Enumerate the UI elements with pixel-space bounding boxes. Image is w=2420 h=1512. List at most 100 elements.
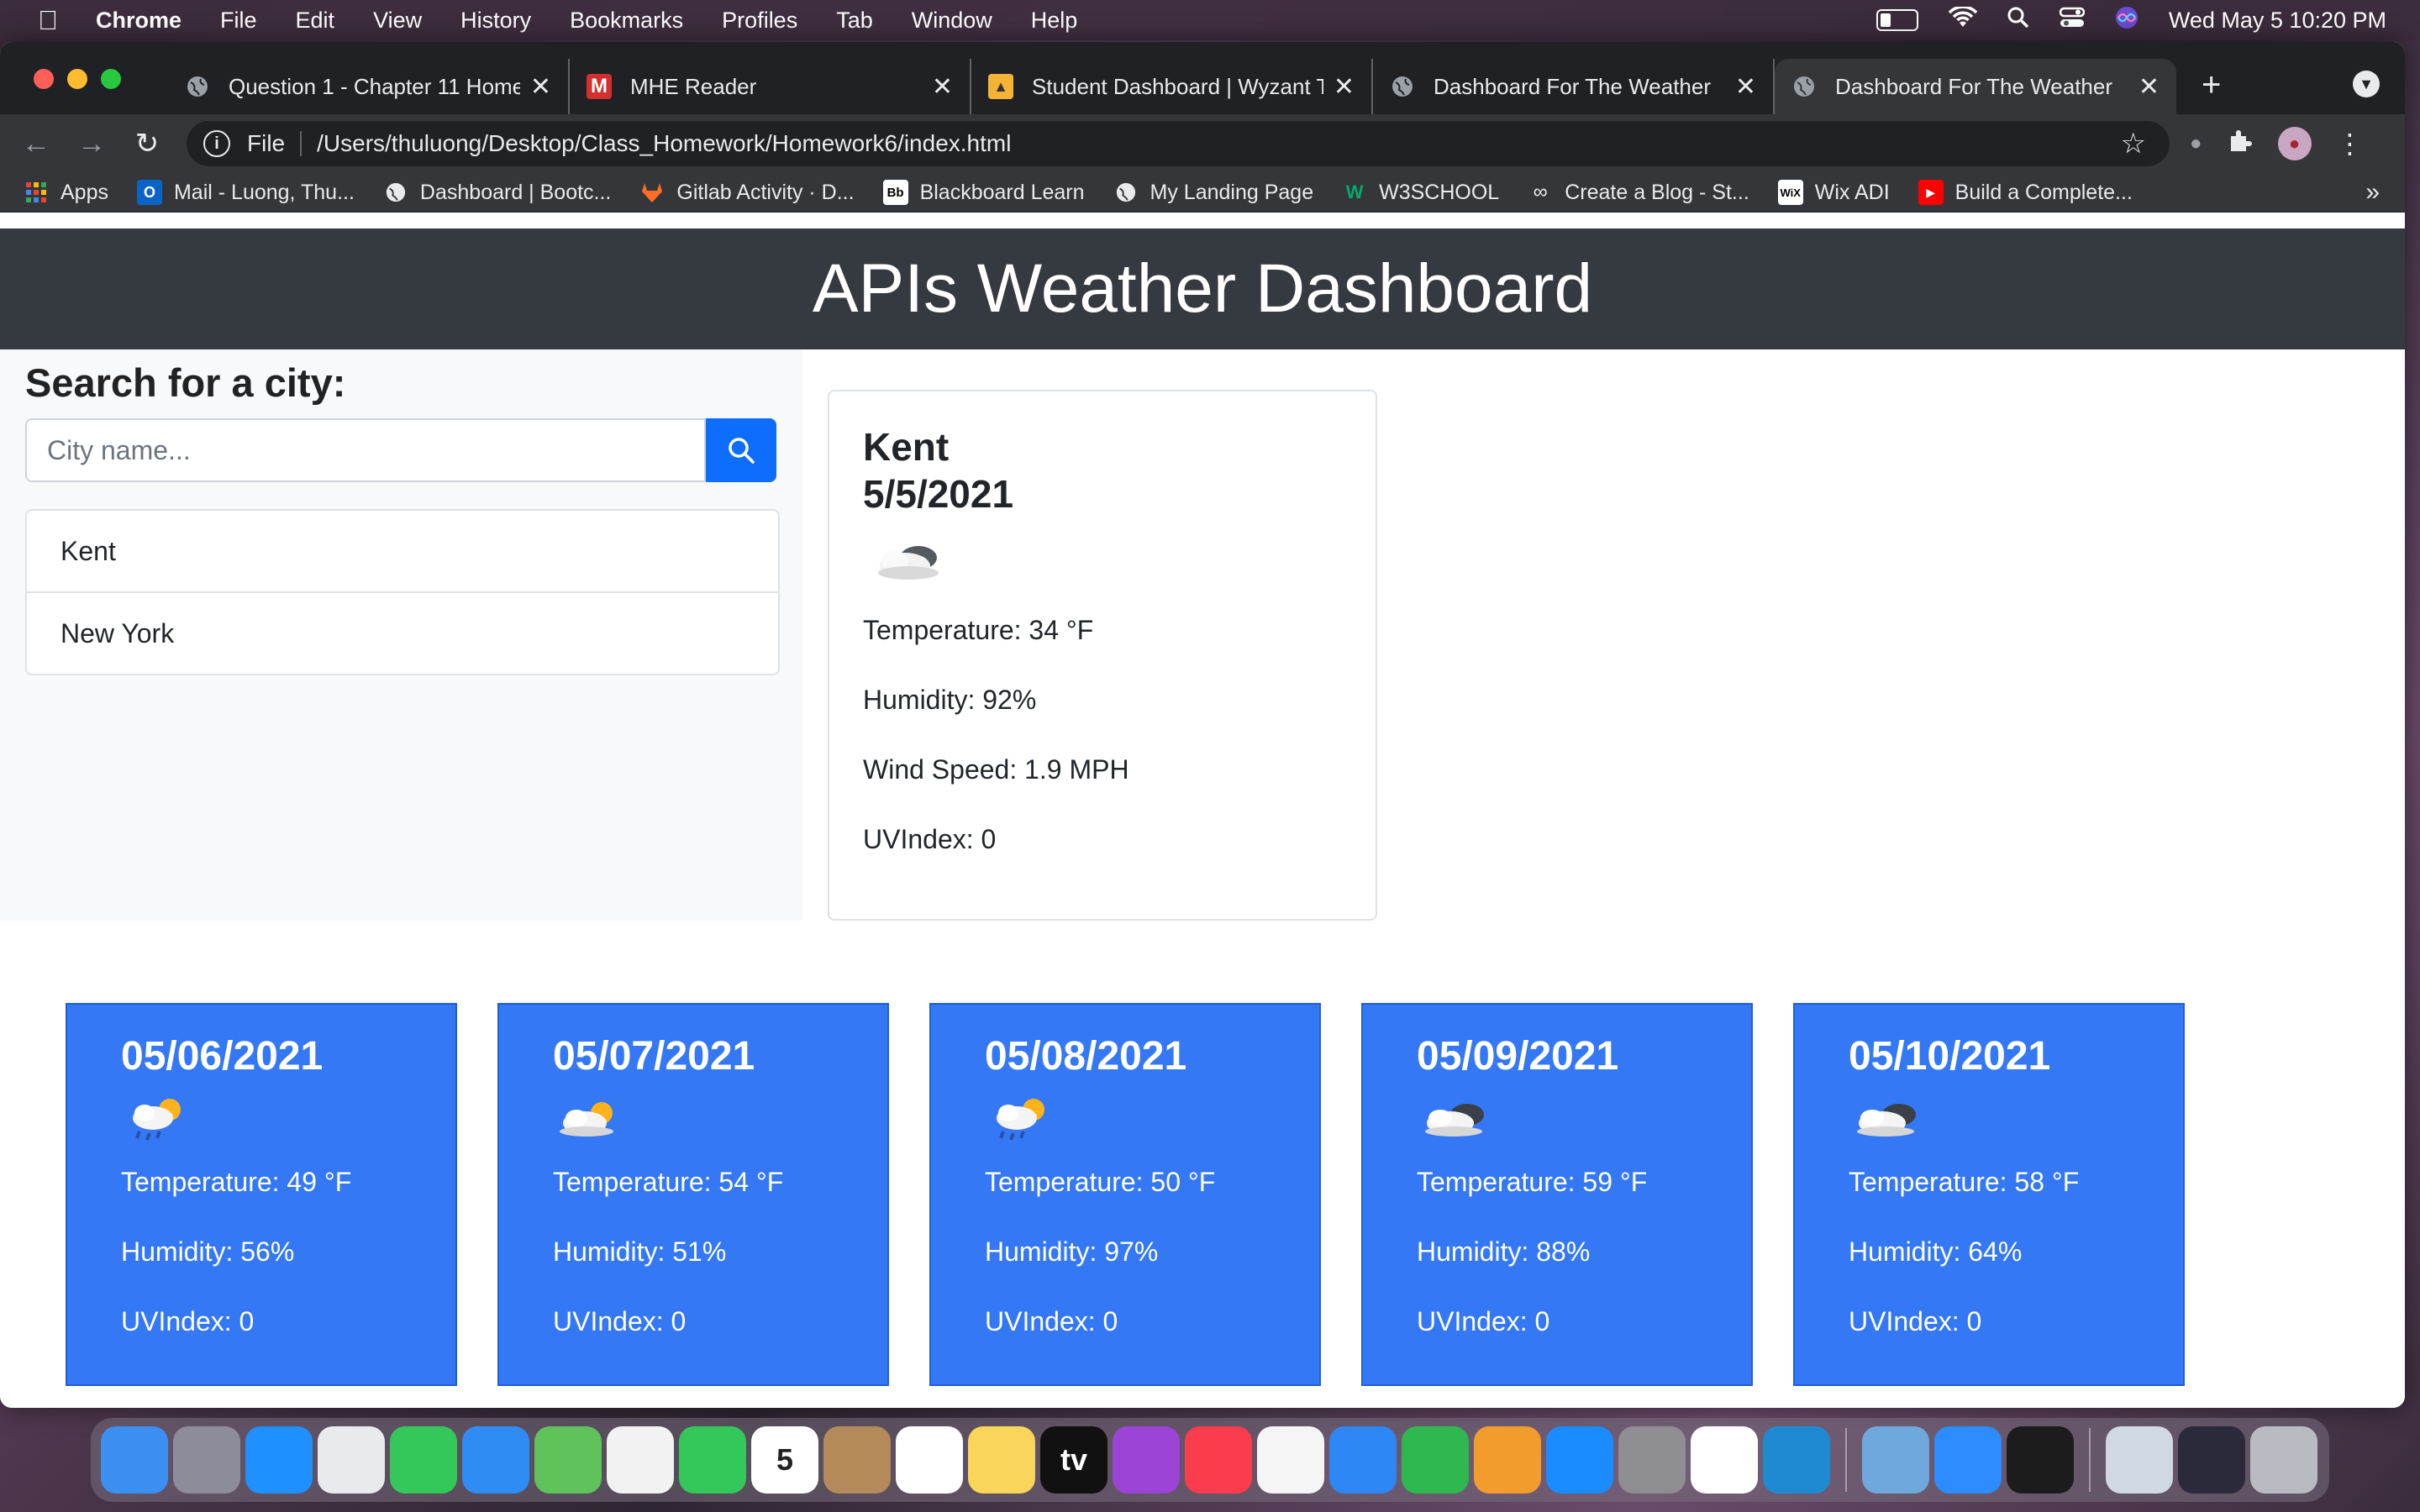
wix-icon: WiX (1777, 180, 1803, 205)
profile-avatar[interactable]: ● (2277, 127, 2312, 160)
tab-question-1[interactable]: Question 1 - Chapter 11 Homew ✕ (168, 59, 570, 114)
apple-icon[interactable]:  (34, 5, 62, 36)
menu-edit[interactable]: Edit (296, 8, 335, 34)
preview-icon[interactable] (1862, 1426, 1929, 1494)
control-center-icon[interactable] (2059, 7, 2086, 34)
calendar-icon[interactable]: 5 (751, 1426, 818, 1494)
bookmark-wix-adi[interactable]: WiX Wix ADI (1777, 180, 1890, 205)
page-title: APIs Weather Dashboard (0, 228, 2405, 349)
safari-icon[interactable] (245, 1426, 313, 1494)
slack-icon[interactable] (1691, 1426, 1758, 1494)
app-store-icon[interactable] (1546, 1426, 1613, 1494)
url-text[interactable]: /Users/thuluong/Desktop/Class_Homework/H… (317, 130, 1011, 157)
siri-icon[interactable] (2115, 6, 2139, 35)
reload-icon[interactable]: ↻ (119, 127, 175, 160)
bookmark-build-complete[interactable]: ▶ Build a Complete... (1918, 180, 2133, 205)
address-bar[interactable]: i File /Users/thuluong/Desktop/Class_Hom… (187, 121, 2170, 166)
bookmark-star-icon[interactable]: ☆ (2121, 127, 2146, 160)
battery-icon[interactable] (1876, 9, 1918, 31)
menu-help[interactable]: Help (1031, 8, 1078, 34)
menu-window[interactable]: Window (912, 8, 992, 34)
window-thumbnail-icon[interactable] (2178, 1426, 2245, 1494)
close-tab-icon[interactable]: ✕ (932, 72, 953, 102)
bookmark-mail[interactable]: O Mail - Luong, Thu... (136, 180, 355, 205)
mail-icon[interactable] (462, 1426, 529, 1494)
pages-icon[interactable] (1474, 1426, 1541, 1494)
menu-tab[interactable]: Tab (836, 8, 873, 34)
menu-bookmarks[interactable]: Bookmarks (570, 8, 683, 34)
bookmark-apps[interactable]: Apps (24, 180, 108, 205)
tab-weather-dashboard-1[interactable]: Dashboard For The Weather ✕ (1373, 59, 1775, 114)
close-tab-icon[interactable]: ✕ (1334, 72, 1355, 102)
bookmark-landing-page[interactable]: My Landing Page (1113, 180, 1313, 205)
reminders-icon[interactable] (896, 1426, 963, 1494)
contacts-icon[interactable] (823, 1426, 891, 1494)
close-tab-icon[interactable]: ✕ (530, 72, 551, 102)
forecast-card: 05/06/2021 Temperature: 49 °F Humidity: … (66, 1003, 457, 1386)
maps-icon[interactable] (534, 1426, 602, 1494)
close-tab-icon[interactable]: ✕ (1735, 72, 1756, 102)
tab-wyzant[interactable]: ▲ Student Dashboard | Wyzant Tu ✕ (971, 59, 1373, 114)
bookmark-gitlab[interactable]: Gitlab Activity · D... (639, 180, 855, 205)
terminal-icon[interactable] (2007, 1426, 2074, 1494)
chrome-menu-icon[interactable]: ⋮ (2337, 128, 2364, 160)
bookmark-create-blog[interactable]: ∞ Create a Blog - St... (1528, 180, 1749, 205)
back-arrow-icon[interactable]: ← (8, 128, 64, 160)
extensions-puzzle-icon[interactable] (2228, 128, 2253, 160)
bookmark-label: Blackboard Learn (919, 180, 1085, 204)
forward-arrow-icon[interactable]: → (64, 128, 119, 160)
close-tab-icon[interactable]: ✕ (2139, 72, 2160, 102)
tab-search-dropdown-icon[interactable]: ▼ (2353, 71, 2380, 97)
site-info-icon[interactable]: i (203, 130, 230, 157)
bookmark-dashboard-bootcamp[interactable]: Dashboard | Bootc... (383, 180, 611, 205)
news-icon[interactable] (1257, 1426, 1324, 1494)
forecast-date: 05/07/2021 (553, 1034, 755, 1079)
wifi-icon[interactable] (1948, 4, 1978, 34)
system-preferences-icon[interactable] (1618, 1426, 1686, 1494)
zoom-icon[interactable] (1934, 1426, 2002, 1494)
history-item-new-york[interactable]: New York (27, 591, 778, 674)
menu-file[interactable]: File (220, 8, 257, 34)
menu-profiles[interactable]: Profiles (722, 8, 797, 34)
chrome-icon[interactable] (318, 1426, 385, 1494)
keynote-icon[interactable] (1329, 1426, 1397, 1494)
apple-tv-icon[interactable]: tv (1040, 1426, 1107, 1494)
menu-bar-clock[interactable]: Wed May 5 10:20 PM (2169, 8, 2386, 34)
forecast-card: 05/08/2021 Temperature: 50 °F Humidity: … (929, 1003, 1321, 1386)
vscode-icon[interactable] (1763, 1426, 1830, 1494)
tab-weather-dashboard-active[interactable]: Dashboard For The Weather ✕ (1775, 59, 2176, 114)
current-uv-index: UVIndex: 0 (863, 824, 997, 854)
new-tab-button[interactable]: + (2202, 66, 2221, 104)
menu-history[interactable]: History (460, 8, 531, 34)
forecast-humidity: Humidity: 97% (985, 1236, 1159, 1267)
tab-mhe-reader[interactable]: M MHE Reader ✕ (570, 59, 971, 114)
close-window-button[interactable] (34, 69, 54, 89)
browser-toolbar: ← → ↻ i File /Users/thuluong/Desktop/Cla… (0, 114, 2405, 173)
archive-icon[interactable] (2106, 1426, 2173, 1494)
numbers-icon[interactable] (1402, 1426, 1469, 1494)
music-icon[interactable] (1185, 1426, 1252, 1494)
tab-title: MHE Reader (630, 73, 757, 99)
minimize-window-button[interactable] (67, 69, 87, 89)
facetime-icon[interactable] (679, 1426, 746, 1494)
spotlight-search-icon[interactable] (2007, 7, 2029, 34)
photos-icon[interactable] (607, 1426, 674, 1494)
trash-icon[interactable] (2250, 1426, 2317, 1494)
extension-icon[interactable]: ● (2190, 132, 2202, 155)
menu-view[interactable]: View (373, 8, 422, 34)
notes-icon[interactable] (968, 1426, 1035, 1494)
bookmark-w3school[interactable]: W W3SCHOOL (1342, 180, 1499, 205)
city-search-input[interactable] (25, 418, 706, 482)
launchpad-icon[interactable] (173, 1426, 240, 1494)
fullscreen-window-button[interactable] (101, 69, 121, 89)
finder-icon[interactable] (101, 1426, 168, 1494)
more-bookmarks-icon[interactable]: » (2365, 178, 2380, 207)
menu-app-name[interactable]: Chrome (96, 8, 182, 34)
history-item-kent[interactable]: Kent (27, 511, 778, 591)
search-button[interactable] (706, 418, 776, 482)
web-page: APIs Weather Dashboard Search for a city… (0, 228, 2405, 1408)
bookmark-blackboard[interactable]: Bb Blackboard Learn (882, 180, 1085, 205)
messages-icon[interactable] (390, 1426, 457, 1494)
tab-title: Dashboard For The Weather (1835, 73, 2112, 99)
podcasts-icon[interactable] (1113, 1426, 1180, 1494)
